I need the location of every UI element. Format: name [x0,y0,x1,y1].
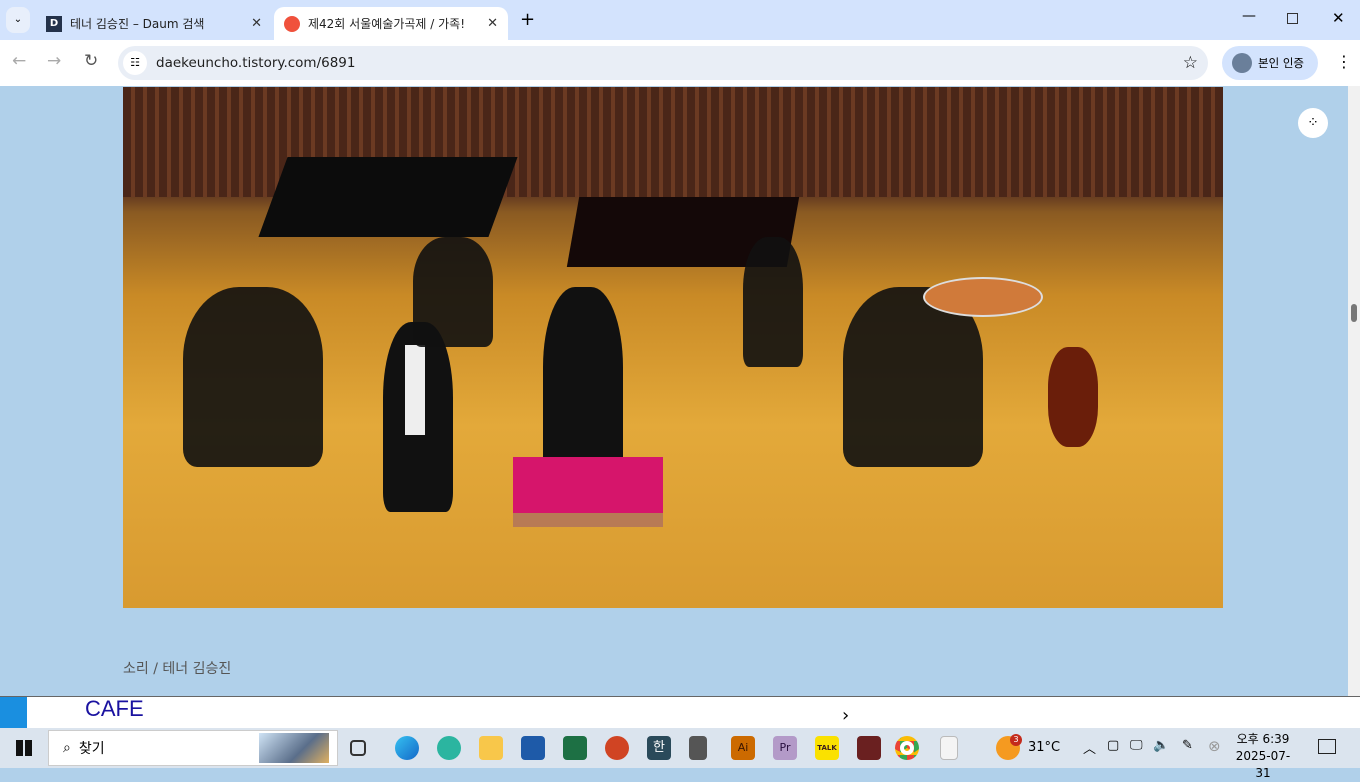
notification-icon[interactable] [1318,739,1336,754]
pen-icon[interactable]: ✎ [1182,738,1193,753]
task-view-icon[interactable] [350,740,366,756]
profile-label: 본인 인증 [1258,56,1304,70]
taskbar-search[interactable]: ⌕ 찾기 [48,730,338,766]
edge-icon[interactable] [395,736,419,760]
menu-icon[interactable]: ⋮ [1336,52,1352,71]
close-circle-icon[interactable]: ⊗ [1208,737,1221,755]
premiere-icon[interactable]: Pr [773,736,797,760]
windows-start-icon[interactable] [16,740,32,756]
camera-icon[interactable]: ▢ [1107,738,1119,753]
cafe-title[interactable]: CAFE [85,696,144,722]
search-placeholder: 찾기 [78,741,105,757]
time: 오후 6:39 [1236,732,1290,746]
scrollbar[interactable] [1348,86,1360,696]
excel-icon[interactable] [563,736,587,760]
close-icon[interactable]: ✕ [251,16,262,31]
url-text: daekeuncho.tistory.com/6891 [156,55,356,71]
recycle-bin-icon[interactable] [689,736,707,760]
avatar [1232,53,1252,73]
concert-photo [123,87,1223,608]
hangul-icon[interactable]: 한 [647,736,671,760]
file-explorer-icon[interactable] [479,736,503,760]
chrome-icon[interactable] [895,736,919,760]
taskbar: ⌕ 찾기 한 Ai Pr TALK 3 31°C ︿ ▢ 🖵 🔈 ✎ ⊗ 오후 … [0,728,1360,780]
tray-chevron-icon[interactable]: ︿ [1083,738,1096,757]
tab-daum[interactable]: D 테너 김승진 – Daum 검색 ✕ [36,7,272,40]
site-info-icon[interactable]: ☷ [123,51,147,75]
tistory-favicon-icon [284,15,300,32]
bookmark-star-icon[interactable]: ☆ [1183,53,1198,73]
tab-bar: ⌄ D 테너 김승진 – Daum 검색 ✕ 제42회 서울예술가곡제 / 가족… [0,0,1360,40]
browser-icon[interactable] [437,736,461,760]
toolbar: ← → ↻ ☷ daekeuncho.tistory.com/6891 ☆ 본인… [0,40,1360,86]
tab-tistory[interactable]: 제42회 서울예술가곡제 / 가족! ✕ [274,7,508,40]
search-icon: ⌕ [63,740,71,756]
weather-badge: 3 [1010,734,1022,746]
illustrator-icon[interactable]: Ai [731,736,755,760]
tab-search-button[interactable]: ⌄ [6,7,30,33]
chevron-right-icon[interactable]: › [842,705,849,726]
cafe-popup: CAFE › [0,696,1360,729]
close-icon[interactable]: ✕ [487,16,498,31]
back-icon[interactable]: ← [12,51,26,71]
volume-icon[interactable]: 🔈 [1153,738,1169,753]
powerpoint-icon[interactable] [605,736,629,760]
date: 2025-07-31 [1235,749,1291,780]
new-tab-icon[interactable]: + [520,9,535,30]
tab-title: 테너 김승진 – Daum 검색 [70,17,205,31]
video-editor-icon[interactable] [857,736,881,760]
tab-title: 제42회 서울예술가곡제 / 가족! [308,17,466,31]
store-icon[interactable] [521,736,545,760]
reload-icon[interactable]: ↻ [84,51,98,71]
network-icon[interactable]: 🖵 [1130,738,1143,753]
profile-button[interactable]: 본인 인증 [1222,46,1318,80]
floating-menu-button[interactable]: ⁘ [1298,108,1328,138]
mountain-icon [259,733,329,763]
address-bar[interactable]: ☷ daekeuncho.tistory.com/6891 ☆ [118,46,1208,80]
close-window-icon[interactable]: ✕ [1332,9,1345,27]
kakaotalk-icon[interactable]: TALK [815,736,839,760]
forward-icon[interactable]: → [47,51,61,71]
maximize-icon[interactable] [1287,13,1298,24]
image-caption: 소리 / 테너 김승진 [123,661,232,677]
document-icon[interactable] [940,736,958,760]
daum-favicon-icon: D [46,15,62,32]
clock[interactable]: 오후 6:39 2025-07-31 [1232,731,1294,782]
minimize-icon[interactable]: — [1242,8,1256,24]
temperature: 31°C [1028,740,1061,755]
